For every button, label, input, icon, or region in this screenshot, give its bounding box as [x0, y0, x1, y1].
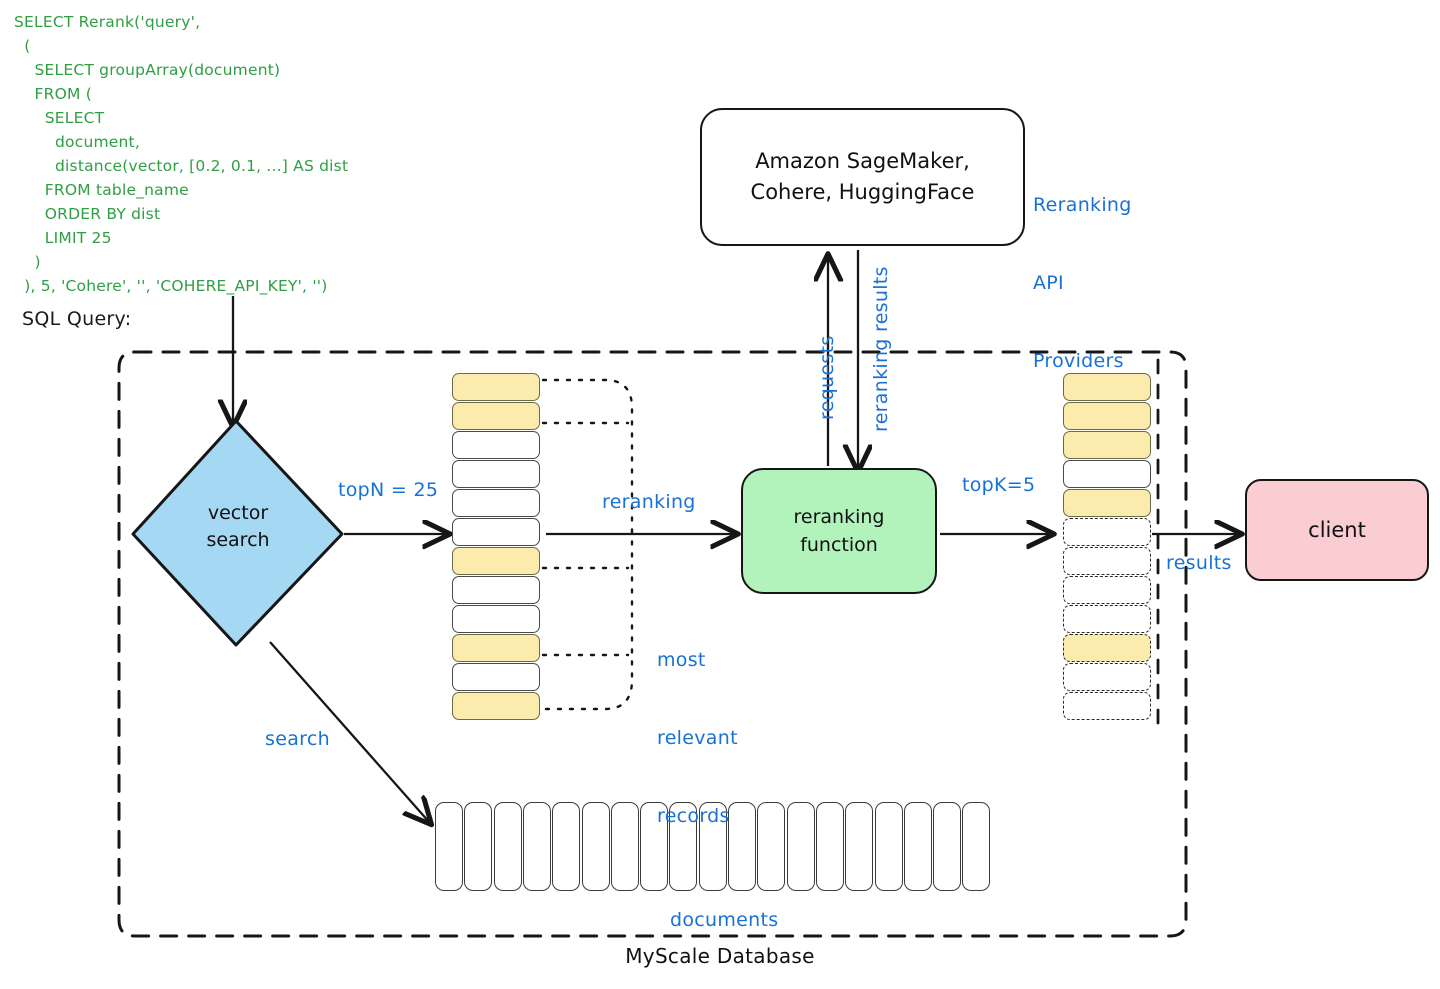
diagram-canvas: SELECT Rerank('query', ( SELECT groupArr… — [0, 0, 1440, 989]
document-2 — [464, 802, 493, 891]
candidate-record-4 — [452, 460, 540, 488]
document-1 — [435, 802, 463, 891]
client-label: client — [1308, 518, 1366, 542]
document-13 — [786, 802, 815, 891]
candidate-record-10 — [452, 634, 540, 662]
candidate-record-1 — [452, 373, 540, 401]
result-record-faded-2 — [1063, 547, 1151, 575]
document-6 — [581, 802, 610, 891]
document-12 — [757, 802, 786, 891]
candidate-record-9 — [452, 605, 540, 633]
candidate-record-3 — [452, 431, 540, 459]
document-19 — [962, 802, 991, 891]
api-providers-caption-line-3: Providers — [1033, 350, 1124, 372]
edge-label-documents: documents — [670, 909, 779, 931]
document-7 — [610, 802, 639, 891]
most-relevant-line-3: records — [657, 805, 730, 827]
api-providers-line-2: Cohere, HuggingFace — [750, 180, 975, 204]
candidate-record-11 — [452, 663, 540, 691]
result-record-4 — [1063, 460, 1151, 488]
reranking-function-node[interactable]: reranking function — [741, 468, 937, 594]
edge-label-results: results — [1166, 552, 1232, 574]
client-node[interactable]: client — [1245, 479, 1429, 581]
api-providers-caption-line-2: API — [1033, 272, 1064, 294]
document-16 — [874, 802, 903, 891]
result-record-3 — [1063, 431, 1151, 459]
reranking-function-line-2: function — [800, 534, 878, 556]
sql-query-code: SELECT Rerank('query', ( SELECT groupArr… — [14, 13, 349, 295]
vector-search-line-1: vector — [207, 502, 269, 524]
result-record-faded-5 — [1063, 634, 1151, 662]
api-providers-node[interactable]: Amazon SageMaker, Cohere, HuggingFace — [700, 108, 1025, 246]
reranking-function-line-1: reranking — [793, 506, 885, 528]
api-providers-line-1: Amazon SageMaker, — [755, 149, 970, 173]
edge-label-reranking: reranking — [602, 491, 696, 513]
candidate-record-6 — [452, 518, 540, 546]
candidate-record-7 — [452, 547, 540, 575]
result-record-2 — [1063, 402, 1151, 430]
result-record-5 — [1063, 489, 1151, 517]
result-record-faded-6 — [1063, 663, 1151, 691]
edge-label-topn: topN = 25 — [338, 479, 439, 501]
vector-search-node[interactable]: vector search — [148, 500, 328, 554]
document-15 — [845, 802, 874, 891]
edge-label-requests: requests — [816, 335, 838, 420]
document-4 — [522, 802, 551, 891]
database-footer-label: MyScale Database — [625, 944, 815, 968]
edge-label-most-relevant-records: most relevant records — [657, 595, 738, 881]
edge-label-search: search — [265, 728, 330, 750]
result-record-faded-1 — [1063, 518, 1151, 546]
most-relevant-line-1: most — [657, 649, 706, 671]
edge-label-topk: topK=5 — [962, 474, 1036, 496]
most-relevant-line-2: relevant — [657, 727, 738, 749]
result-record-faded-4 — [1063, 605, 1151, 633]
candidate-record-5 — [452, 489, 540, 517]
candidate-record-2 — [452, 402, 540, 430]
vector-search-line-2: search — [206, 529, 270, 551]
sql-query-label: SQL Query: — [22, 308, 132, 330]
document-17 — [903, 802, 932, 891]
document-3 — [493, 802, 522, 891]
document-18 — [933, 802, 962, 891]
result-record-faded-7 — [1063, 692, 1151, 720]
api-providers-caption-line-1: Reranking — [1033, 194, 1132, 216]
candidate-record-12 — [452, 692, 540, 720]
document-14 — [815, 802, 844, 891]
candidate-record-8 — [452, 576, 540, 604]
result-record-faded-3 — [1063, 576, 1151, 604]
edge-label-reranking-results: reranking results — [870, 266, 892, 432]
result-record-1 — [1063, 373, 1151, 401]
document-5 — [552, 802, 581, 891]
